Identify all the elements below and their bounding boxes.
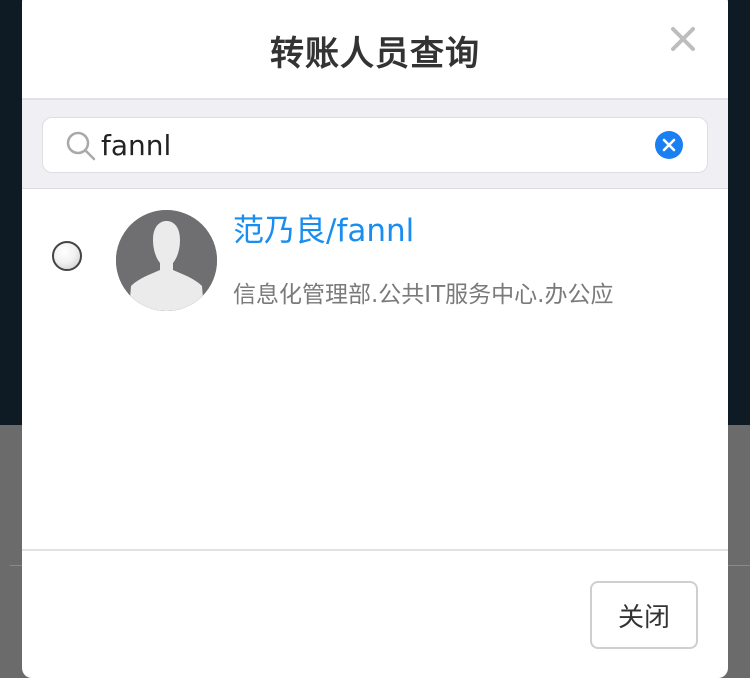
user-department: 信息化管理部.公共IT服务中心.办公应	[233, 282, 614, 308]
close-x-icon[interactable]	[668, 24, 698, 54]
search-box	[42, 117, 708, 173]
footer-divider	[22, 549, 728, 551]
search-icon	[65, 130, 97, 162]
clear-icon[interactable]	[655, 131, 683, 159]
search-area	[22, 100, 728, 189]
user-name-link[interactable]: 范乃良/fannl	[233, 205, 414, 250]
dialog-header: 转账人员查询	[22, 0, 728, 100]
select-radio[interactable]	[52, 241, 82, 271]
search-input[interactable]	[101, 124, 641, 166]
dialog-title: 转账人员查询	[270, 34, 480, 74]
close-button[interactable]: 关闭	[590, 581, 698, 649]
default-avatar-icon	[116, 210, 217, 311]
result-list-item[interactable]: 范乃良/fannl 信息化管理部.公共IT服务中心.办公应	[22, 189, 728, 329]
transfer-person-query-dialog: 转账人员查询 fannl 范乃良/fannl 信息化管理部.公共IT服务中心.办…	[22, 0, 728, 678]
